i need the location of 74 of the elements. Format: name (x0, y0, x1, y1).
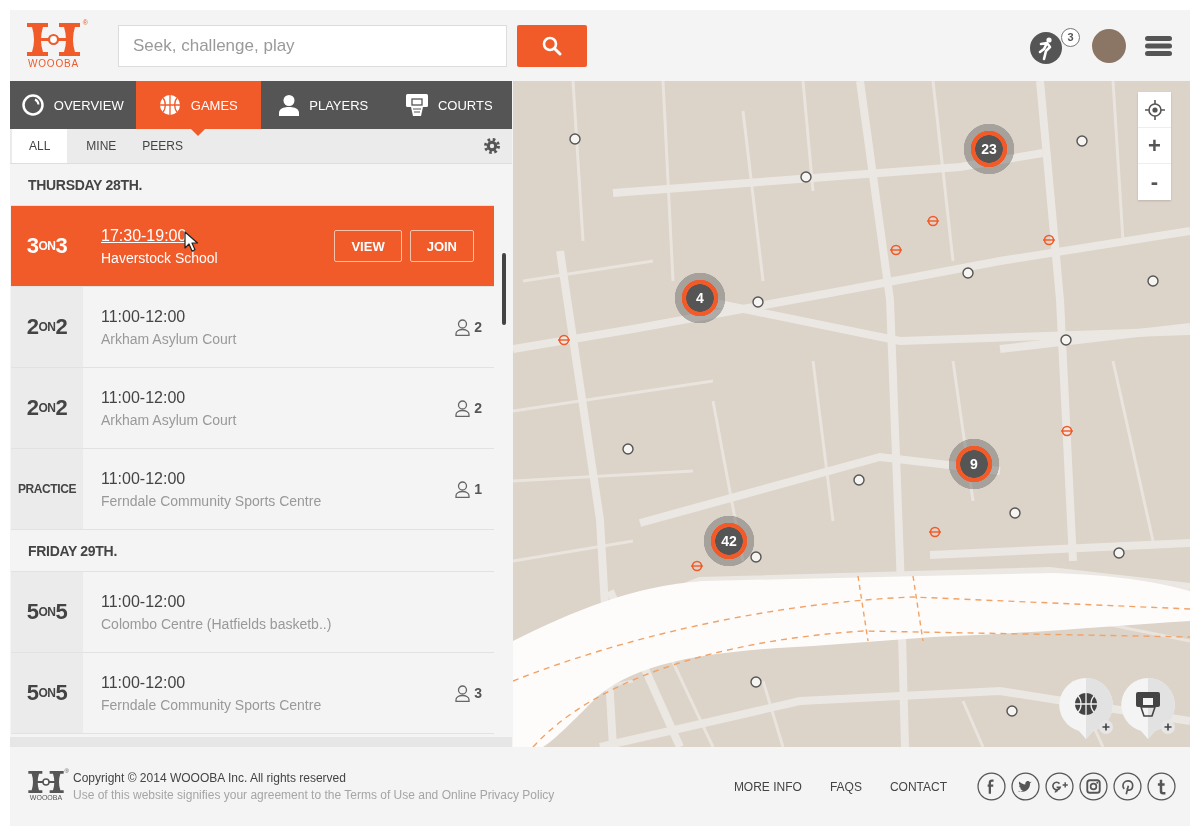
hoop-icon (405, 94, 428, 116)
add-court-button[interactable] (1120, 677, 1176, 739)
footer-link[interactable]: FAQS (829, 779, 862, 794)
game-format-label: 2ON2 (11, 368, 83, 448)
terms-notice: Use of this website signifies your agreement to the Terms of Use and Online Privacy Policy (73, 788, 555, 802)
game-venue: Arkham Asylum Court (101, 330, 237, 347)
footer-logo-icon (28, 771, 64, 793)
game-row[interactable]: PRACTICE 11:00-12:00 Ferndale Community Sports Centre 1 (11, 449, 494, 530)
scrollbar[interactable] (502, 253, 506, 325)
game-row[interactable]: 5ON5 11:00-12:00 Colombo Centre (Hatfields basketb..) (11, 572, 494, 653)
crosshair-icon (1144, 99, 1165, 120)
user-outline-icon (455, 684, 471, 702)
game-format-label: 5ON5 (11, 572, 83, 652)
menu-button[interactable] (1145, 35, 1172, 56)
game-venue: Ferndale Community Sports Centre (101, 492, 322, 509)
person-icon (279, 94, 300, 116)
search-button[interactable] (517, 24, 587, 67)
player-count: 2 (474, 319, 482, 335)
game-format-label: 5ON5 (11, 653, 83, 733)
player-count: 1 (474, 481, 482, 497)
google-plus-icon[interactable] (1045, 772, 1074, 801)
filter-tab[interactable]: PEERS (129, 129, 197, 163)
notification-badge: 3 (1061, 27, 1080, 47)
player-count: 2 (474, 400, 482, 416)
game-row[interactable]: 2ON2 11:00-12:00 Arkham Asylum Court 2 (11, 368, 494, 449)
user-outline-icon (455, 480, 471, 498)
avatar[interactable] (1092, 28, 1126, 63)
user-outline-icon (455, 318, 471, 336)
game-time: 11:00-12:00 (101, 307, 186, 326)
zoom-out-button[interactable]: - (1138, 164, 1171, 200)
game-time: 11:00-12:00 (101, 673, 186, 692)
nav-tab[interactable]: OVERVIEW (10, 81, 136, 129)
hoop-pin-icon (1120, 677, 1176, 739)
footer-link[interactable]: CONTACT (889, 779, 947, 794)
basketball-icon (158, 94, 181, 116)
game-format-label: PRACTICE (11, 449, 83, 529)
nav-tab[interactable]: PLAYERS (261, 81, 387, 129)
user-outline-icon (455, 399, 471, 417)
game-format-label: 3ON3 (25, 232, 69, 260)
footer-link[interactable]: MORE INFO (733, 779, 802, 794)
logo-icon (27, 22, 80, 56)
game-venue: Arkham Asylum Court (101, 411, 237, 428)
settings-icon (484, 138, 500, 154)
ring-icon (21, 94, 44, 116)
basketball-pin-icon (1058, 677, 1114, 739)
nav-tab[interactable]: COURTS (386, 81, 512, 129)
game-format-label: 2ON2 (11, 287, 83, 367)
filter-tab[interactable]: ALL (12, 129, 68, 163)
game-time: 11:00-12:00 (101, 469, 186, 488)
copyright-text: Copyright © 2014 WOOOBA Inc. All rights reserved (73, 771, 347, 785)
menu-icon (1145, 35, 1172, 56)
game-time: 17:30-19:00 (101, 226, 187, 245)
search-icon (542, 35, 562, 56)
player-count: 3 (474, 685, 482, 701)
add-game-button[interactable] (1058, 677, 1114, 739)
tumblr-icon[interactable] (1147, 772, 1176, 801)
notifications-button[interactable]: 3 (1030, 27, 1080, 64)
game-row[interactable]: 2ON2 11:00-12:00 Arkham Asylum Court 2 (11, 287, 494, 368)
filter-tab[interactable]: MINE (73, 129, 130, 163)
tab-pointer (191, 129, 206, 136)
twitter-icon[interactable] (1011, 772, 1040, 801)
facebook-icon[interactable] (977, 772, 1006, 801)
game-time: 11:00-12:00 (101, 388, 186, 407)
zoom-in-button[interactable]: + (1138, 128, 1171, 164)
game-venue: Haverstock School (101, 249, 218, 266)
game-time: 11:00-12:00 (101, 592, 186, 611)
player-icon (1030, 31, 1062, 64)
game-venue: Colombo Centre (Hatfields basketb..) (101, 615, 332, 632)
game-venue: Ferndale Community Sports Centre (101, 696, 322, 713)
pinterest-icon[interactable] (1113, 772, 1142, 801)
search-field[interactable]: Seek, challenge, play (118, 24, 507, 67)
logo-text: WOOOBA (28, 57, 79, 69)
game-row[interactable]: 5ON5 11:00-12:00 Ferndale Community Sports Centre 3 (11, 653, 494, 734)
instagram-icon[interactable] (1079, 772, 1108, 801)
